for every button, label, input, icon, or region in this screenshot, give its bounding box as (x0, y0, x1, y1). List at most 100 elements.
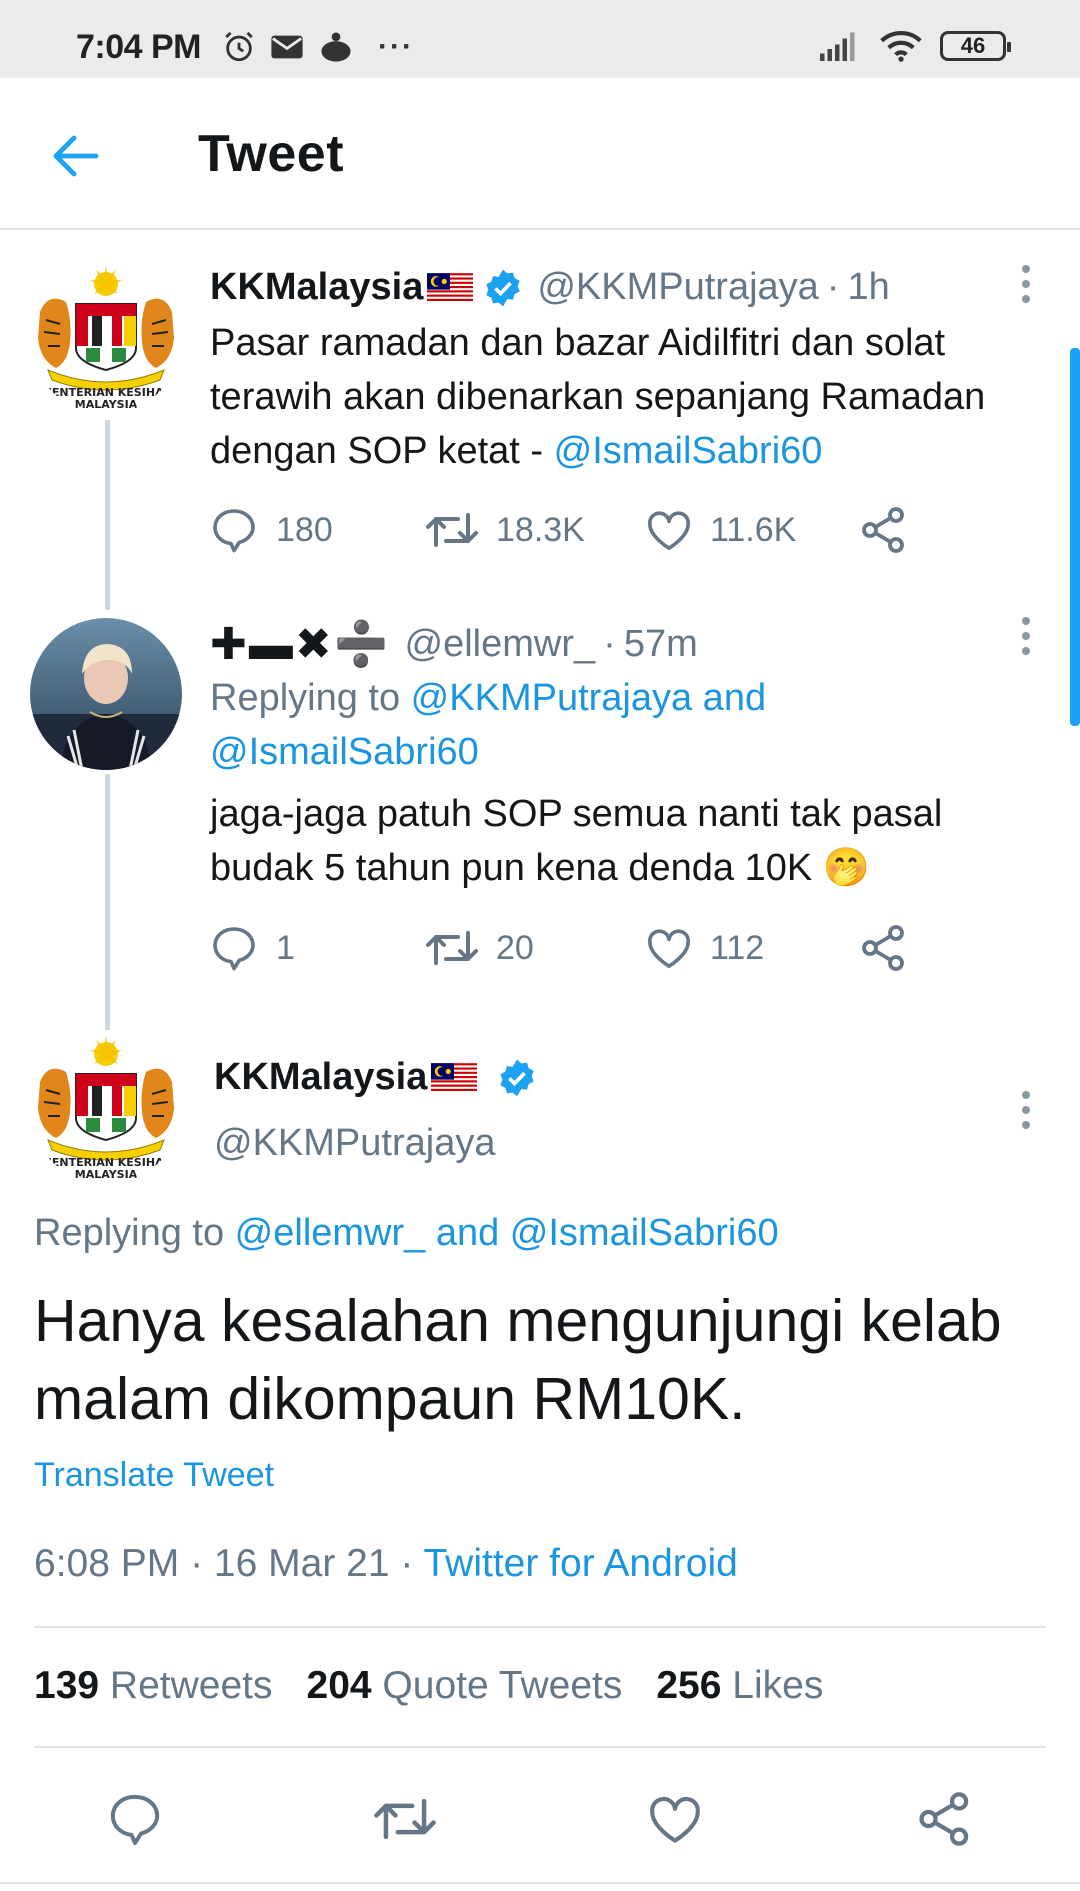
svg-text:MALAYSIA: MALAYSIA (75, 1168, 138, 1181)
reply-count: 1 (276, 928, 295, 967)
avatar-kkmalaysia[interactable]: KEMENTERIAN KESIHATAN MALAYSIA (30, 262, 182, 414)
retweets-stat[interactable]: 139 Retweets (34, 1664, 273, 1708)
separator-dot: · (826, 266, 840, 308)
replying-to-link[interactable]: @KKMPutrajaya and (411, 677, 766, 719)
divider (34, 1746, 1046, 1748)
tweet-2-more-button[interactable] (1006, 606, 1046, 666)
share-button[interactable] (910, 1784, 980, 1854)
top-app-bar: Tweet (0, 78, 1080, 230)
status-bar: 7:04 PM ··· 46 (0, 0, 1080, 78)
separator-dot: · (603, 622, 616, 665)
avatar-ellemwr[interactable] (30, 618, 182, 770)
coat-of-arms-logo: KEMENTERIAN KESIHATAN MALAYSIA (30, 266, 182, 411)
tweet-2-replying-to: Replying to @KKMPutrajaya and @IsmailSab… (210, 671, 1040, 779)
retweet-icon (426, 513, 478, 547)
tweet-1-header: KKMalaysia @KKMPutrajaya · 1h (210, 266, 890, 309)
verified-badge-icon (486, 269, 520, 306)
status-right-icons: 46 (820, 30, 1011, 62)
like-button[interactable] (640, 1784, 710, 1854)
like-count: 112 (710, 928, 765, 967)
thread-connector (105, 420, 110, 610)
main-tweet-replying-to: Replying to @ellemwr_ and @IsmailSabri60 (34, 1212, 779, 1255)
svg-text:MALAYSIA: MALAYSIA (75, 398, 138, 411)
back-button[interactable] (46, 126, 106, 186)
verified-badge-icon (500, 1059, 534, 1096)
tweet-2-header: ✚▬✖➗ @ellemwr_ · 57m (210, 618, 698, 670)
share-button[interactable] (862, 500, 906, 560)
author-handle[interactable]: @ellemwr_ (405, 623, 596, 666)
tweet-source-link[interactable]: Twitter for Android (424, 1542, 738, 1585)
reply-button[interactable] (100, 1784, 170, 1854)
tweet-time[interactable]: 57m (624, 623, 698, 666)
retweet-button[interactable]: 20 (426, 918, 534, 978)
likes-label: Likes (732, 1664, 824, 1707)
tweet-2-actions: 1 20 112 (210, 918, 950, 978)
avatar-kkmalaysia[interactable]: KEMENTERIAN KESIHATAN MALAYSIA (30, 1032, 182, 1184)
coat-of-arms-logo: KEMENTERIAN KESIHATAN MALAYSIA (30, 1036, 182, 1181)
page-title: Tweet (198, 125, 345, 183)
app-icon (321, 32, 351, 62)
retweets-count: 139 (34, 1664, 100, 1707)
separator-dot: · (389, 1542, 424, 1585)
reply-icon (110, 1794, 160, 1846)
status-left-icons: ··· (222, 30, 414, 64)
like-button[interactable]: 112 (646, 918, 764, 978)
author-name[interactable]: ✚▬✖➗ (210, 618, 391, 670)
reply-icon (213, 509, 255, 553)
share-icon (919, 1792, 969, 1846)
quote-tweets-stat[interactable]: 204 Quote Tweets (307, 1664, 623, 1708)
reply-button[interactable]: 1 (210, 918, 295, 978)
heart-icon (650, 1796, 700, 1843)
divider (34, 1626, 1046, 1628)
signal-icon (820, 32, 855, 61)
replying-to-link[interactable]: @ellemwr_ and @IsmailSabri60 (235, 1212, 779, 1254)
divider (0, 1882, 1080, 1884)
author-handle[interactable]: @KKMPutrajaya (537, 266, 818, 309)
reply-icon (213, 927, 255, 971)
user-photo (30, 618, 182, 770)
retweet-button[interactable] (370, 1784, 440, 1854)
tweet-date: 16 Mar 21 (213, 1542, 390, 1585)
mention-link[interactable]: @IsmailSabri60 (554, 430, 823, 472)
likes-stat[interactable]: 256 Likes (656, 1664, 823, 1708)
author-name[interactable]: KKMalaysia (210, 266, 423, 309)
retweet-button[interactable]: 18.3K (426, 500, 585, 560)
author-handle[interactable]: @KKMPutrajaya (214, 1122, 495, 1165)
wifi-icon (880, 30, 922, 62)
reply-button[interactable]: 180 (210, 500, 333, 560)
tweet-time[interactable]: 1h (847, 266, 889, 309)
retweets-label: Retweets (109, 1664, 273, 1707)
tweet-timestamp: 6:08 PM (34, 1542, 180, 1585)
arrow-left-icon (53, 135, 99, 177)
author-name[interactable]: KKMalaysia (214, 1056, 427, 1099)
reply-count: 180 (276, 510, 333, 549)
retweet-icon (374, 1798, 436, 1840)
retweet-count: 18.3K (496, 510, 585, 549)
heart-icon (648, 929, 690, 968)
likes-count: 256 (656, 1664, 722, 1707)
share-icon (862, 925, 904, 971)
main-tweet-author: KKMalaysia (214, 1056, 537, 1099)
replying-to-label: Replying to (210, 677, 411, 719)
heart-icon (648, 511, 690, 550)
replying-to-label: Replying to (34, 1212, 235, 1254)
separator-dot: · (179, 1542, 214, 1585)
main-tweet-text: Hanya kesalahan mengunjungi kelab malam … (34, 1288, 1002, 1432)
malaysia-flag-icon (427, 272, 474, 303)
translate-tweet-link[interactable]: Translate Tweet (34, 1456, 274, 1495)
tweet-1-more-button[interactable] (1006, 254, 1046, 314)
alarm-icon (225, 31, 253, 62)
status-time: 7:04 PM (76, 28, 202, 66)
like-button[interactable]: 11.6K (646, 500, 796, 560)
more-notifications-icon: ··· (378, 30, 414, 63)
retweet-icon (426, 931, 478, 965)
tweet-2-text: jaga-jaga patuh SOP semua nanti tak pasa… (210, 793, 943, 889)
replying-to-link[interactable]: @IsmailSabri60 (210, 731, 479, 773)
scrollbar-thumb[interactable] (1070, 348, 1080, 726)
thread-connector (105, 774, 110, 1030)
main-tweet-more-button[interactable] (1006, 1080, 1046, 1140)
malaysia-flag-icon (431, 1062, 478, 1093)
share-button[interactable] (862, 918, 906, 978)
share-icon (862, 507, 904, 553)
tweet-1-text: Pasar ramadan dan bazar Aidilfitri dan s… (210, 316, 1040, 478)
